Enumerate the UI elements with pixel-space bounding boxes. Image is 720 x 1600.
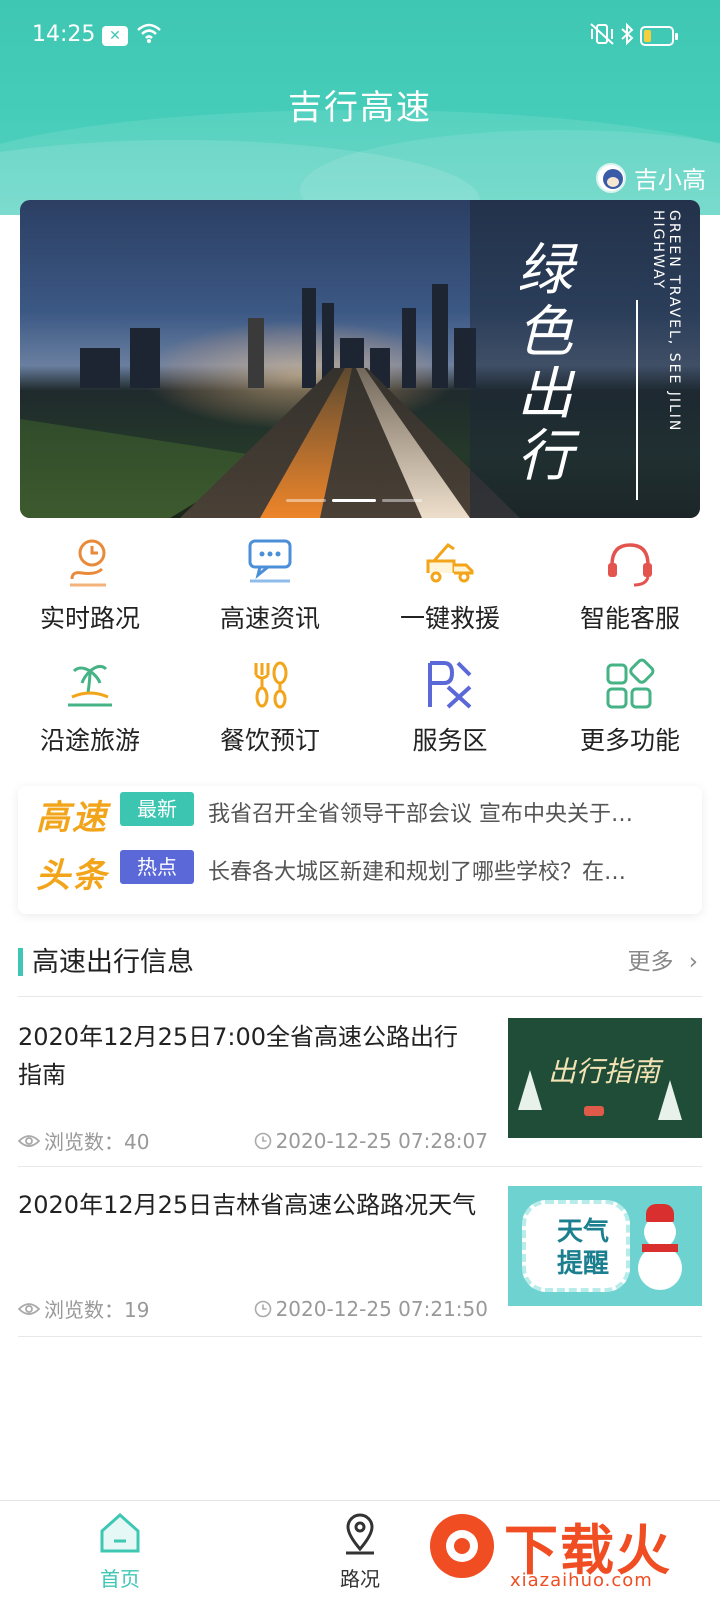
banner-slogan: 绿色出行 (517, 238, 573, 489)
building (248, 318, 264, 388)
clock-route-icon (70, 539, 106, 587)
article-item[interactable]: 2020年12月25日吉林省高速公路路况天气 浏览数：19 2020-12-25… (18, 1186, 702, 1346)
vibrate-mute-icon (588, 22, 616, 52)
assistant-label: 吉小高 (634, 166, 706, 194)
headline-logo-bottom: 头条 (36, 856, 108, 896)
eye-icon (18, 1302, 40, 1315)
feature-highway-news[interactable]: 高速资讯 (180, 535, 360, 635)
article-thumbnail: 出行指南 (508, 1018, 702, 1138)
carousel-dot[interactable] (286, 499, 326, 502)
article-item[interactable]: 2020年12月25日7:00全省高速公路出行指南 浏览数：40 2020-12… (18, 1018, 702, 1178)
wifi-icon (136, 22, 162, 50)
divider (18, 996, 702, 997)
building (402, 308, 416, 388)
more-link[interactable]: 更多 › (627, 942, 698, 976)
article-title: 2020年12月25日7:00全省高速公路出行指南 (18, 1023, 459, 1089)
carousel-dot-active[interactable] (332, 499, 376, 502)
divider (18, 1336, 702, 1337)
assistant-avatar-icon (596, 162, 626, 193)
car-icon (584, 1106, 604, 1116)
nav-home[interactable]: 首页 (60, 1511, 180, 1592)
feature-more[interactable]: 更多功能 (540, 657, 720, 757)
palm-island-icon (68, 664, 112, 707)
watermark-url: xiazaihuo.com (510, 1570, 653, 1591)
feature-customer-service[interactable]: 智能客服 (540, 535, 720, 635)
building (302, 288, 316, 388)
assistant-button[interactable]: 吉小高 (596, 160, 706, 195)
carousel-dot[interactable] (382, 499, 422, 502)
feature-rescue[interactable]: 一键救援 (360, 535, 540, 635)
view-count: 浏览数：19 (44, 1298, 150, 1322)
clock-icon (254, 1300, 271, 1317)
eye-icon (18, 1134, 40, 1147)
banner-slogan-en: GREEN TRAVEL, SEE JILIN HIGHWAY (650, 210, 682, 433)
battery-icon (640, 26, 678, 46)
tow-truck-icon (426, 543, 474, 583)
building (130, 328, 160, 388)
headline-news-card[interactable]: 高速 头条 最新 我省召开全省领导干部会议 宣布中央关于… 热点 长春各大城区新… (18, 786, 702, 914)
carousel-indicator (286, 499, 422, 502)
bluetooth-icon (620, 22, 634, 52)
publish-time: 2020-12-25 07:21:50 (275, 1296, 488, 1321)
chat-news-icon (248, 539, 292, 583)
publish-time: 2020-12-25 07:28:07 (275, 1128, 488, 1153)
location-pin-icon (346, 1513, 374, 1555)
article-meta: 浏览数：19 2020-12-25 07:21:50 (18, 1294, 488, 1323)
tag-hot: 热点 (120, 850, 194, 884)
home-icon (100, 1512, 140, 1553)
thumbnail-caption: 天气提醒 (556, 1217, 609, 1279)
grid-more-icon (606, 658, 655, 709)
article-meta: 浏览数：40 2020-12-25 07:28:07 (18, 1126, 488, 1155)
building (80, 348, 120, 388)
snowman-icon (638, 1246, 682, 1290)
view-count: 浏览数：40 (44, 1130, 150, 1154)
divider (18, 1166, 702, 1167)
notification-icon: ✕ (102, 26, 128, 46)
tag-latest: 最新 (120, 792, 194, 826)
service-area-icon (428, 661, 472, 709)
feature-travel[interactable]: 沿途旅游 (0, 657, 180, 757)
headline-item[interactable]: 我省召开全省领导干部会议 宣布中央关于… (208, 796, 678, 828)
headline-item[interactable]: 长春各大城区新建和规划了哪些学校？在… (208, 854, 678, 886)
travel-info-header: 高速出行信息 更多 › (18, 940, 702, 988)
feature-realtime-traffic[interactable]: 实时路况 (0, 535, 180, 635)
article-thumbnail: 天气提醒 (508, 1186, 702, 1306)
status-bar: 14:25 ✕ (0, 0, 720, 72)
building (432, 284, 448, 388)
thumbnail-caption: 出行指南 (548, 1055, 661, 1088)
section-title: 高速出行信息 (32, 947, 194, 978)
clock-icon (254, 1132, 271, 1149)
feature-service-area[interactable]: 服务区 (360, 657, 540, 757)
fork-spoon-icon (254, 661, 288, 709)
status-time: 14:25 (32, 22, 96, 47)
article-title: 2020年12月25日吉林省高速公路路况天气 (18, 1191, 477, 1219)
feature-dining[interactable]: 餐饮预订 (180, 657, 360, 757)
headline-logo-top: 高速 (36, 798, 108, 838)
nav-traffic[interactable]: 路况 (300, 1511, 420, 1592)
headset-icon (608, 543, 652, 587)
chevron-right-icon: › (688, 949, 698, 975)
watermark-logo: 下载火 xiazaihuo.com (420, 1500, 720, 1600)
app-header: 14:25 ✕ 吉行高速 吉小高 (0, 0, 720, 215)
banner-carousel[interactable]: 绿色出行 GREEN TRAVEL, SEE JILIN HIGHWAY (20, 200, 700, 518)
app-title: 吉行高速 (288, 88, 432, 128)
